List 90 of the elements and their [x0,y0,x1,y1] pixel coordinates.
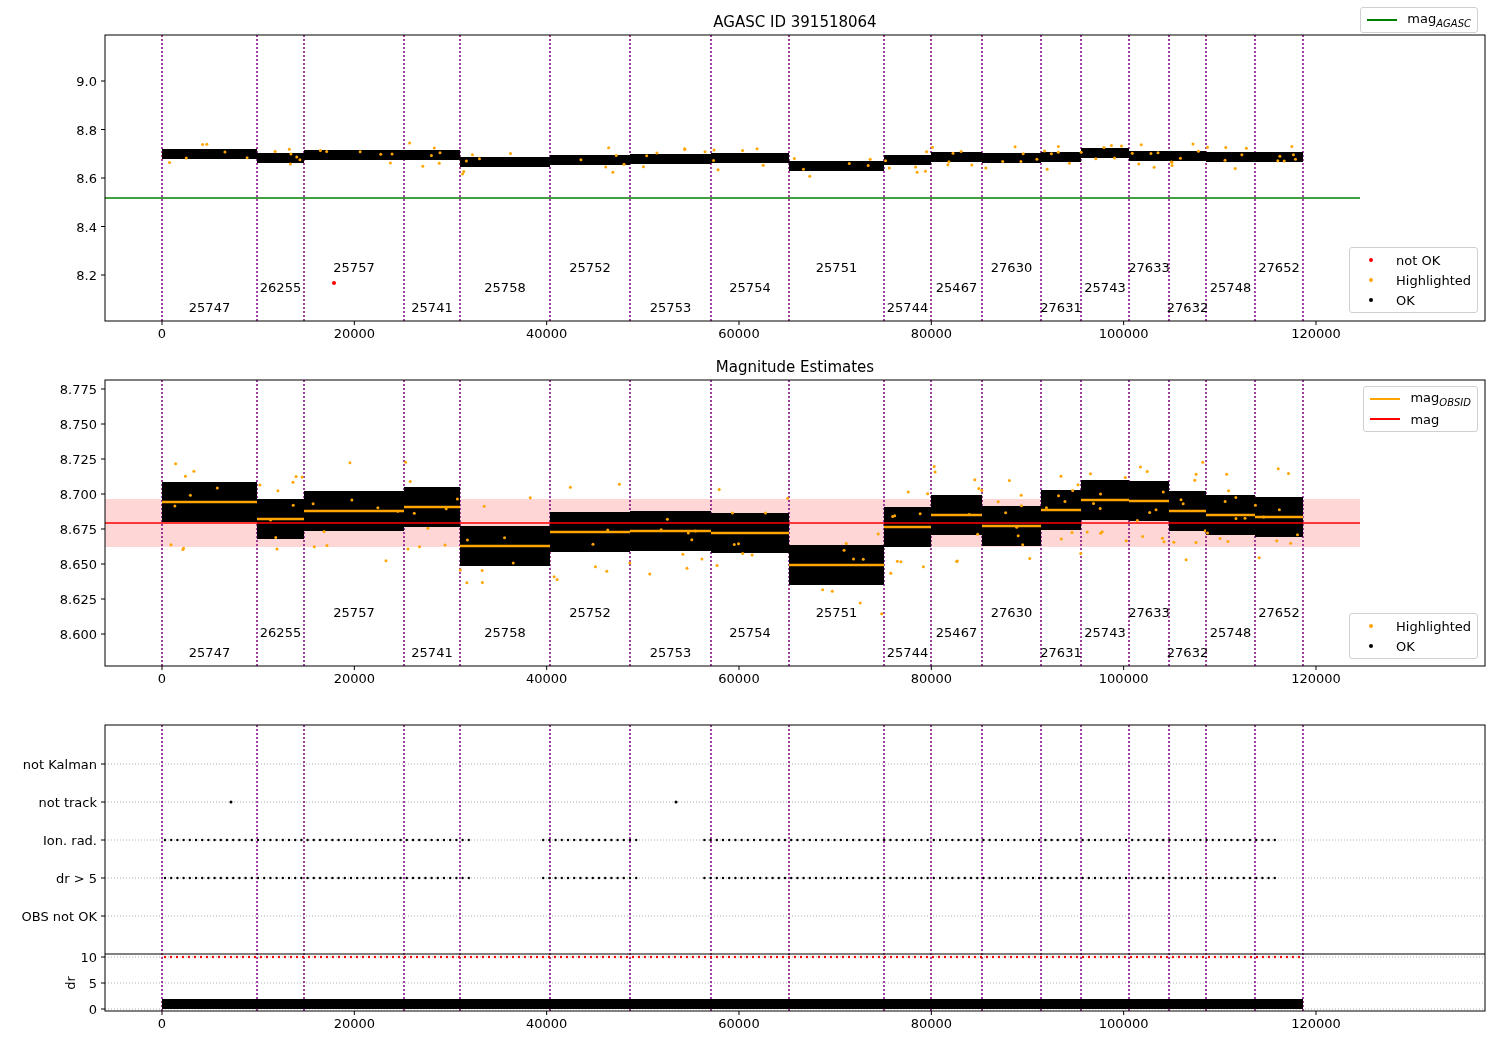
tick-label: 100000 [1098,326,1149,341]
obsid-label: 25743 [1084,625,1126,640]
legend-label: not OK [1396,252,1441,268]
obsid-label: 27631 [1040,300,1082,315]
chart-title: AGASC ID 391518064 [713,13,877,31]
tick-label: 8.700 [59,487,97,502]
obsid-label: 25747 [188,300,231,315]
tick-label: 120000 [1291,1016,1341,1031]
legend-label: mag$_{OBSID}$ [1410,390,1471,408]
tick-label: 80000 [910,1016,952,1031]
obsid-label: 27652 [1258,605,1300,620]
tick-label: 20000 [333,671,375,686]
obsid-label: 25757 [333,260,375,275]
tick-label: 9.0 [76,74,97,89]
tick-label: 8.625 [59,592,97,607]
tick-label: 100000 [1098,1016,1149,1031]
tick-label: 0 [88,1002,97,1017]
tick-label: 20000 [333,326,375,341]
obsid-label: 25758 [484,280,526,295]
obsid-label: 25744 [886,645,929,660]
tick-label: 0 [157,1016,167,1031]
obsid-label: 25751 [815,260,858,275]
legend-label: mag [1410,411,1440,427]
legend-label: Highlighted [1396,272,1471,288]
legend-label: Highlighted [1396,618,1471,634]
obsid-label: 25741 [411,645,453,660]
tick-label: 40000 [526,326,568,341]
obsid-label: 25751 [815,605,858,620]
obsid-label: 25748 [1209,280,1252,295]
tick-label: 5 [88,976,97,991]
obsid-label: 25747 [188,645,231,660]
obsid-label: 25741 [411,300,453,315]
tick-label: 80000 [910,671,952,686]
tick-label: 120000 [1291,326,1341,341]
obsid-label: 26255 [259,280,302,295]
obsid-label: 27632 [1166,300,1209,315]
obsid-label: 27652 [1258,260,1300,275]
tick-label: 120000 [1291,671,1341,686]
obsid-label: 25744 [886,300,929,315]
tick-label: 80000 [910,326,952,341]
tick-label: 8.4 [76,219,97,235]
obsid-label: 25754 [729,280,771,295]
not-ok-point [332,281,336,285]
obsid-label: 27630 [990,260,1033,275]
obsid-label: 25752 [569,605,611,620]
tick-label: 8.675 [59,522,97,537]
tick-label: dr > 5 [55,871,97,886]
obsid-label: 27631 [1040,645,1082,660]
obsid-label: 25743 [1084,280,1126,295]
tick-label: 8.725 [59,452,97,467]
tick-label: 8.750 [59,417,97,432]
tick-label: 20000 [333,1016,375,1031]
obsid-label: 25748 [1209,625,1252,640]
obsid-label: 25758 [484,625,526,640]
obsid-label: 25752 [569,260,611,275]
tick-label: 40000 [526,671,568,686]
chart-title: Magnitude Estimates [715,358,875,376]
tick-label: not Kalman [22,757,97,772]
obsid-label: 27633 [1128,260,1170,275]
obsid-label: 25753 [649,645,692,660]
tick-label: 8.600 [59,627,97,642]
tick-label: not track [38,795,97,810]
legend-label: mag$_{AGASC}$ [1407,11,1471,29]
obsid-label: 25753 [649,300,692,315]
tick-label: 8.775 [59,382,97,397]
tick-label: 100000 [1098,671,1149,686]
obsid-label: 27632 [1166,645,1209,660]
tick-label: 0 [157,671,167,686]
tick-label: Ion. rad. [43,833,97,848]
obsid-label: 27630 [990,605,1033,620]
tick-label: 60000 [718,326,760,341]
tick-label: 10 [80,950,97,965]
tick-label: 60000 [718,1016,760,1031]
tick-label: 0 [157,326,167,341]
obsid-label: 25757 [333,605,375,620]
tick-label: OBS not OK [21,909,97,924]
obsid-label: 27633 [1128,605,1170,620]
axis-label: dr [63,976,78,990]
obsid-label: 26255 [259,625,302,640]
obsid-label: 25467 [935,280,978,295]
legend-label: OK [1396,292,1415,308]
tick-label: 8.6 [76,171,97,186]
obsid-label: 25467 [935,625,978,640]
tick-label: 40000 [526,1016,568,1031]
tick-label: 8.2 [76,268,97,283]
tick-label: 60000 [718,671,760,686]
obsid-label: 25754 [729,625,771,640]
tick-label: 8.650 [59,557,97,572]
legend-label: OK [1396,638,1415,654]
tick-label: 8.8 [76,122,97,138]
